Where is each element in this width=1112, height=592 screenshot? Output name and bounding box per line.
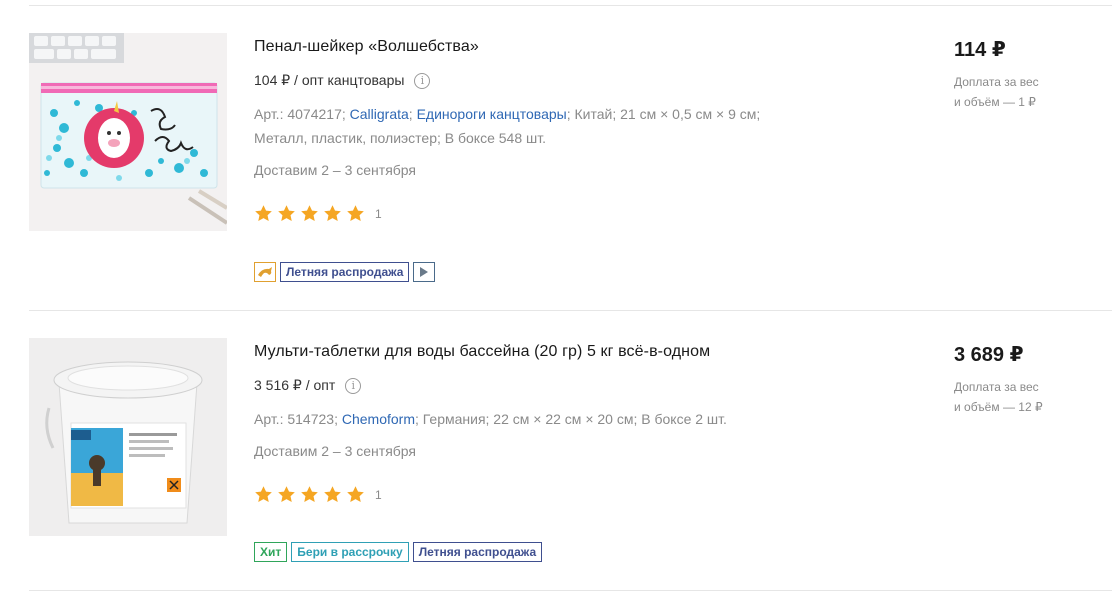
product-attributes: Арт.: 514723; Chemoform; Германия; 22 см… <box>254 407 814 431</box>
product-title[interactable]: Мульти-таблетки для воды бассейна (20 гр… <box>254 343 710 361</box>
article-number: Арт.: 4074217; <box>254 106 346 122</box>
star-icon <box>255 486 272 503</box>
extra-charge: Доплата за вес и объём — 1 ₽ <box>954 72 1074 112</box>
product-image[interactable] <box>29 338 227 536</box>
extra-charge-line: и объём — 1 ₽ <box>954 95 1036 109</box>
delivery-date: Доставим 2 – 3 сентября <box>254 162 417 178</box>
brand-link[interactable]: Chemoform <box>342 411 415 427</box>
star-icon <box>347 486 364 503</box>
dolphin-icon[interactable] <box>254 262 276 282</box>
card-divider <box>29 590 1112 591</box>
play-icon[interactable] <box>413 262 436 282</box>
star-icon <box>301 205 318 222</box>
hit-badge[interactable]: Хит <box>254 542 288 562</box>
rating[interactable]: 1 <box>254 204 382 223</box>
star-icon <box>347 205 364 222</box>
rating-count: 1 <box>375 487 382 502</box>
category-link[interactable]: Единороги канцтовары <box>417 106 567 122</box>
wholesale-price: 3 516 ₽ / опт i <box>254 377 362 394</box>
delivery-date: Доставим 2 – 3 сентября <box>254 443 417 459</box>
product-attributes: Арт.: 4074217; Calligrata; Единороги кан… <box>254 102 814 150</box>
badge-row: Летняя распродажа <box>254 262 439 282</box>
details-line: Металл, пластик, полиэстер; В боксе 548 … <box>254 130 546 146</box>
star-icon <box>255 205 272 222</box>
article-number: Арт.: 514723; <box>254 411 338 427</box>
top-divider <box>29 5 1112 6</box>
info-icon[interactable]: i <box>345 377 362 394</box>
separator: ; <box>408 106 413 122</box>
star-icon <box>324 205 341 222</box>
product-image[interactable] <box>29 33 227 231</box>
star-icon <box>301 486 318 503</box>
product-price: 114 ₽ <box>954 39 1006 61</box>
extra-charge-line: Доплата за вес <box>954 380 1039 394</box>
rating[interactable]: 1 <box>254 485 382 504</box>
rating-count: 1 <box>375 206 382 221</box>
card-divider <box>29 310 1112 311</box>
star-icon <box>324 486 341 503</box>
product-price: 3 689 ₽ <box>954 344 1024 366</box>
summer-sale-badge[interactable]: Летняя распродажа <box>412 542 543 562</box>
badge-row: Хит Бери в рассрочку Летняя распродажа <box>254 542 546 562</box>
wholesale-price-text: 104 ₽ / опт канцтовары <box>254 72 405 88</box>
extra-charge-line: и объём — 12 ₽ <box>954 400 1043 414</box>
info-icon[interactable]: i <box>414 72 431 89</box>
summer-sale-badge[interactable]: Летняя распродажа <box>280 262 410 282</box>
star-icon <box>278 486 295 503</box>
product-title[interactable]: Пенал-шейкер «Волшебства» <box>254 38 479 56</box>
wholesale-price-text: 3 516 ₽ / опт <box>254 377 336 393</box>
installment-badge[interactable]: Бери в рассрочку <box>291 542 409 562</box>
wholesale-price: 104 ₽ / опт канцтовары i <box>254 72 431 89</box>
extra-charge-line: Доплата за вес <box>954 75 1039 89</box>
star-icon <box>278 205 295 222</box>
details-line: ; Германия; 22 см × 22 см × 20 см; В бок… <box>414 411 727 427</box>
brand-link[interactable]: Calligrata <box>350 106 409 122</box>
extra-charge: Доплата за вес и объём — 12 ₽ <box>954 377 1074 417</box>
details-line: ; Китай; 21 см × 0,5 см × 9 см; <box>566 106 761 122</box>
